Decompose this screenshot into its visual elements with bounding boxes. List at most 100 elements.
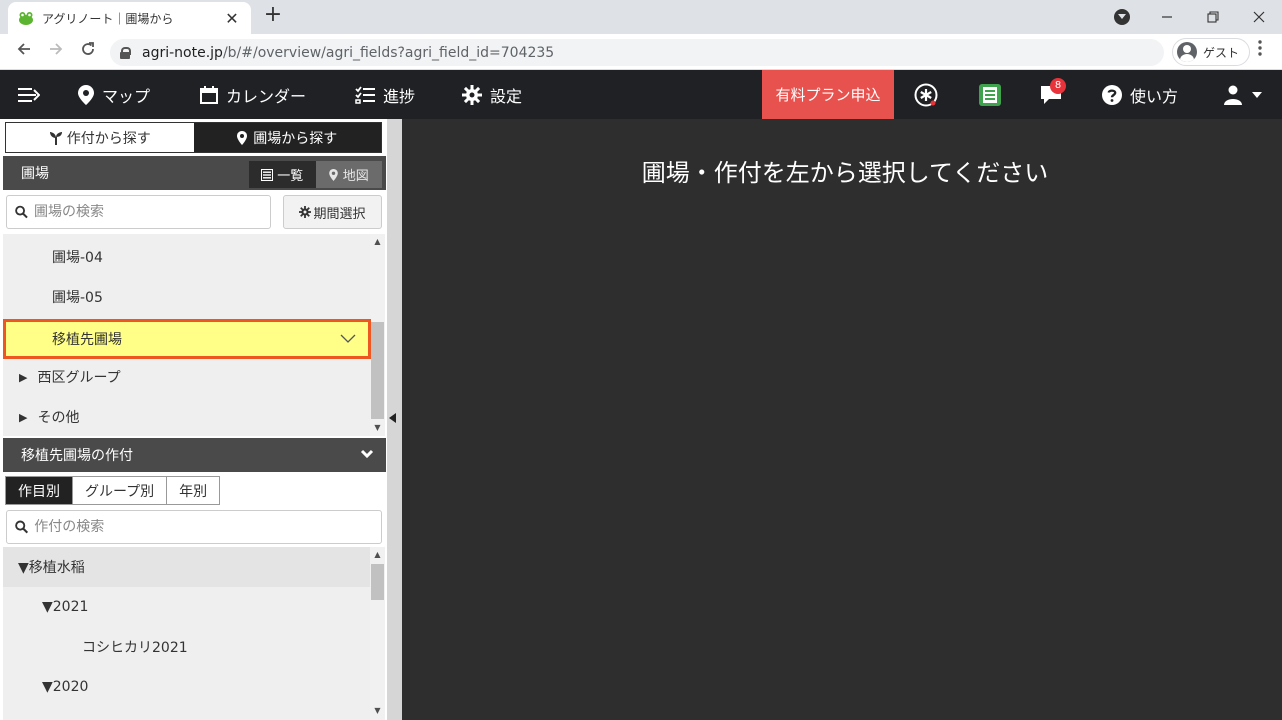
- profile-label: ゲスト: [1203, 45, 1240, 60]
- new-tab-icon[interactable]: +: [262, 4, 284, 28]
- main-content: 圃場・作付を左から選択してください: [402, 119, 1282, 720]
- help-button[interactable]: 使い方: [1102, 70, 1178, 119]
- field-group[interactable]: ▶ その他: [3, 397, 370, 436]
- account-menu-button[interactable]: [1224, 70, 1262, 119]
- chevron-down-icon[interactable]: [340, 334, 356, 344]
- asterisk-circle-icon: [914, 83, 938, 106]
- list-view-button[interactable]: 一覧: [249, 161, 316, 188]
- browser-tab-bar: アグリノート｜圃場から ✕ +: [0, 0, 1282, 34]
- scroll-down-icon[interactable]: ▼: [370, 705, 385, 717]
- checklist-icon: [355, 85, 375, 104]
- sprout-icon: [49, 131, 62, 145]
- expand-triangle-icon[interactable]: ▶: [19, 371, 27, 384]
- fields-view-toggle: 一覧 地図: [249, 161, 382, 188]
- field-item[interactable]: 圃場-04: [3, 237, 370, 277]
- caret-down-icon: [1252, 91, 1262, 98]
- nav-settings[interactable]: 設定: [462, 70, 522, 119]
- field-search-input[interactable]: [33, 204, 270, 220]
- close-window-icon[interactable]: [1236, 0, 1282, 34]
- field-item-label: 移植先圃場: [52, 332, 122, 348]
- crop-tree-item[interactable]: ▼2021: [3, 587, 370, 627]
- nav-calendar[interactable]: カレンダー: [200, 70, 306, 119]
- search-by-crop-button[interactable]: 作付から探す: [6, 123, 194, 152]
- crop-list-scroll-thumb[interactable]: [371, 564, 384, 600]
- crop-tree-item[interactable]: ▼2020: [3, 667, 370, 707]
- forward-arrow-icon[interactable]: [44, 40, 68, 64]
- field-group-label: その他: [37, 410, 80, 426]
- search-icon: [15, 520, 29, 534]
- nav-settings-label: 設定: [490, 86, 523, 106]
- tab-search-icon[interactable]: [1114, 9, 1130, 25]
- tab-title: アグリノート｜圃場から: [42, 11, 174, 26]
- field-item-label: 圃場-05: [52, 290, 103, 306]
- map-view-button[interactable]: 地図: [315, 161, 382, 188]
- guest-avatar-icon: [1177, 42, 1197, 62]
- search-by-field-label: 圃場から探す: [253, 130, 338, 147]
- scroll-up-icon[interactable]: ▲: [370, 549, 385, 561]
- crop-tree-item[interactable]: ▼移植水稲: [3, 547, 370, 587]
- map-view-label: 地図: [342, 169, 369, 184]
- empty-state-message: 圃場・作付を左から選択してください: [641, 159, 1049, 187]
- crop-tree-label: コシヒカリ2021: [82, 640, 188, 656]
- crop-tree-item[interactable]: コシヒカリ2021: [3, 627, 370, 667]
- menu-arrow-icon: [18, 87, 40, 102]
- notification-count-badge: 8: [1050, 78, 1066, 94]
- crops-section-header[interactable]: 移植先圃場の作付: [3, 438, 386, 472]
- crop-search-box: [6, 510, 382, 544]
- field-item-selected[interactable]: 移植先圃場: [3, 319, 371, 359]
- search-by-crop-label: 作付から探す: [66, 130, 151, 147]
- journal-button[interactable]: [978, 70, 1010, 119]
- restore-icon[interactable]: [1190, 0, 1236, 34]
- browser-tab[interactable]: アグリノート｜圃場から ✕: [8, 2, 251, 34]
- crop-tree-label: ▼移植水稲: [18, 560, 85, 576]
- nav-map[interactable]: マップ: [78, 70, 150, 119]
- nav-progress-label: 進捗: [383, 86, 416, 106]
- map-pin-icon: [237, 130, 248, 145]
- crop-list-scrollbar[interactable]: ▲ ▼: [370, 547, 385, 720]
- map-pin-icon: [328, 168, 338, 181]
- green-book-icon: [979, 83, 1001, 106]
- app-header: マップ カレンダー 進捗 設定 有料プラン申込 8 使い方: [0, 70, 1282, 119]
- crop-tree-label: ▼2020: [42, 679, 89, 695]
- tab-by-year[interactable]: 年別: [167, 477, 219, 504]
- reload-icon[interactable]: [76, 40, 100, 64]
- panel-splitter[interactable]: [387, 119, 402, 720]
- fields-title: 圃場: [21, 166, 49, 182]
- back-arrow-icon[interactable]: [12, 40, 36, 64]
- profile-button[interactable]: ゲスト: [1172, 38, 1251, 66]
- field-group[interactable]: ▶ 西区グループ: [3, 357, 370, 397]
- calendar-icon: [200, 85, 218, 104]
- search-by-field-button[interactable]: 圃場から探す: [193, 123, 381, 152]
- nav-progress[interactable]: 進捗: [355, 70, 415, 119]
- close-tab-icon[interactable]: ✕: [223, 9, 241, 28]
- search-mode-toggle: 作付から探す 圃場から探す: [5, 122, 382, 153]
- url-field[interactable]: agri-note.jp/b/#/overview/agri_fields?ag…: [110, 39, 1164, 66]
- chevron-down-icon[interactable]: [360, 447, 374, 461]
- nav-map-label: マップ: [102, 86, 151, 106]
- tab-by-group[interactable]: グループ別: [73, 477, 168, 504]
- gear-icon: [299, 206, 312, 218]
- minimize-icon[interactable]: [1144, 0, 1190, 34]
- field-item[interactable]: 圃場-05: [3, 277, 370, 317]
- crop-search-input[interactable]: [34, 519, 381, 535]
- expand-triangle-icon[interactable]: ▶: [19, 411, 27, 424]
- paid-plan-button[interactable]: 有料プラン申込: [762, 70, 894, 119]
- crop-grouping-tabs: 作目別 グループ別 年別: [5, 476, 221, 505]
- crops-title: 移植先圃場の作付: [21, 448, 133, 464]
- browser-menu-icon[interactable]: [1252, 40, 1268, 64]
- user-icon: [1224, 85, 1242, 105]
- url-host: agri-note.jp: [142, 44, 223, 61]
- asterisk-button[interactable]: [914, 70, 946, 119]
- period-select-label: 期間選択: [313, 206, 366, 222]
- menu-toggle-button[interactable]: [18, 70, 48, 119]
- map-pin-icon: [78, 84, 94, 105]
- frog-favicon-icon: [19, 12, 33, 25]
- field-search-box: [6, 195, 271, 229]
- field-group-label: 西区グループ: [37, 370, 121, 386]
- search-icon: [15, 205, 28, 219]
- collapse-left-icon[interactable]: [389, 413, 396, 423]
- question-circle-icon: [1102, 84, 1122, 105]
- tab-by-crop[interactable]: 作目別: [6, 477, 73, 504]
- list-icon: [261, 168, 274, 181]
- period-select-button[interactable]: 期間選択: [283, 195, 382, 229]
